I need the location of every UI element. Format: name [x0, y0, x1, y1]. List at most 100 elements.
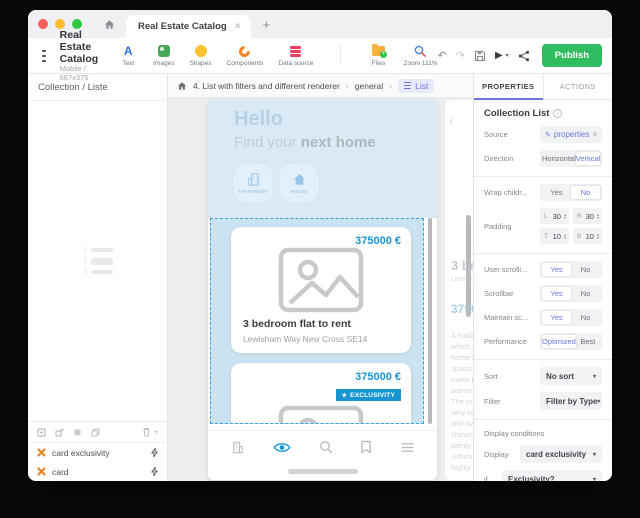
performance-optimized[interactable]: Optimized	[542, 335, 576, 348]
tool-shapes[interactable]: Shapes	[189, 45, 211, 67]
detach-component-icon[interactable]	[55, 428, 64, 437]
price-label: 375000 €	[355, 371, 401, 383]
source-value: properties	[554, 130, 590, 139]
display-conditions-heading: Display conditions	[484, 429, 602, 438]
add-component-icon[interactable]	[37, 428, 46, 437]
clear-source-icon[interactable]: ×	[592, 130, 597, 139]
tool-components[interactable]: Components	[227, 45, 264, 67]
direction-row: Direction Horizontal Vertical	[484, 150, 602, 167]
publish-button[interactable]: Publish	[542, 44, 602, 67]
panel-heading: Collection List i	[484, 108, 602, 119]
new-tab-button[interactable]: +	[263, 10, 271, 38]
direction-horizontal[interactable]: Horizontal	[542, 152, 576, 165]
layer-tree-empty-state: 1 2 3	[28, 101, 167, 421]
padding-bottom-stepper[interactable]: B 10 ▴▾	[573, 228, 602, 244]
wrap-no[interactable]: No	[571, 186, 600, 199]
home-tab[interactable]	[96, 10, 122, 38]
divider	[474, 359, 612, 360]
detail-description: A hidde which t home's spaciou make t wa…	[451, 330, 473, 473]
back-chevron-icon[interactable]: ‹	[449, 112, 454, 128]
filter-dropdown[interactable]: Filter by Type ▾	[540, 392, 602, 410]
lightning-icon[interactable]	[151, 448, 158, 457]
chevron-down-icon: ▾	[593, 451, 596, 458]
toolbar-actions: ↶ ↷ ▶ ▾ Publish	[438, 44, 602, 67]
breadcrumb-page[interactable]: 4. List with filters and different rende…	[193, 81, 340, 91]
component-item-card[interactable]: card	[28, 462, 167, 481]
filter-row: Filter Filter by Type ▾	[484, 392, 602, 410]
house-button[interactable]: HOUSE	[280, 164, 318, 202]
canvas-scrollbar[interactable]	[466, 215, 471, 317]
padding-left-stepper[interactable]: L 30 ▴▾	[540, 208, 569, 224]
phone-scrollbar[interactable]	[428, 218, 432, 424]
menu-tab-icon[interactable]	[400, 442, 415, 453]
menu-icon[interactable]	[42, 50, 46, 62]
tool-zoom[interactable]: Zoom 111%	[403, 45, 437, 67]
scrollbar-no[interactable]: No	[571, 287, 600, 300]
image-placeholder-icon	[278, 247, 364, 313]
stepper-down-icon: ▾	[597, 216, 599, 220]
trash-icon[interactable]	[142, 427, 151, 437]
component-item-card-exclusivity[interactable]: card exclusivity	[28, 443, 167, 462]
maintain-yes[interactable]: Yes	[542, 311, 571, 324]
group-icon[interactable]	[73, 428, 82, 437]
copy-icon[interactable]	[91, 428, 100, 437]
sort-dropdown[interactable]: No sort ▾	[540, 367, 602, 385]
listing-card[interactable]: 375000 € 3 bedroom flat to rent Lewisham…	[231, 227, 411, 353]
component-icon	[37, 467, 46, 476]
tool-data-source[interactable]: Data source	[278, 45, 313, 67]
maximize-window-button[interactable]	[72, 19, 82, 29]
scrollbar-yes[interactable]: Yes	[542, 287, 571, 300]
home-icon[interactable]	[177, 81, 187, 91]
maintain-no[interactable]: No	[571, 311, 600, 324]
padding-right-stepper[interactable]: R 30 ▴▾	[573, 208, 602, 224]
direction-segmented: Horizontal Vertical	[540, 150, 602, 167]
breadcrumb-current-chip[interactable]: List	[398, 79, 434, 93]
stepper-down-icon: ▾	[564, 236, 566, 240]
bookmark-tab-icon[interactable]	[360, 440, 372, 454]
share-icon[interactable]	[518, 50, 530, 62]
listing-card[interactable]: 375000 € ★ EXCLUSIVITY	[231, 363, 411, 424]
display-dropdown[interactable]: card exclusivity ▾	[520, 445, 602, 463]
user-scrolling-yes[interactable]: Yes	[542, 263, 571, 276]
scrollbar-segmented: Yes No	[540, 285, 602, 302]
chevron-down-icon: ▾	[597, 398, 600, 405]
save-icon[interactable]	[474, 50, 486, 62]
browser-tab-active[interactable]: Real Estate Catalog ×	[126, 15, 251, 38]
exclusivity-badge: ★ EXCLUSIVITY	[336, 389, 401, 401]
collection-list-selection[interactable]: 375000 € 3 bedroom flat to rent Lewisham…	[210, 218, 424, 424]
tool-images[interactable]: Images	[153, 45, 174, 67]
list-icon	[404, 82, 411, 89]
info-icon[interactable]: i	[553, 109, 562, 118]
play-icon: ▶	[495, 50, 503, 61]
canvas[interactable]: 4. List with filters and different rende…	[168, 74, 473, 481]
preview-button[interactable]: ▶ ▾	[495, 50, 509, 61]
close-window-button[interactable]	[38, 19, 48, 29]
redo-icon[interactable]: ↷	[456, 49, 465, 62]
undo-icon[interactable]: ↶	[438, 49, 447, 62]
chevron-down-icon[interactable]: ▾	[155, 429, 158, 436]
if-dropdown[interactable]: Exclusivity? ▾	[502, 470, 602, 481]
lightning-icon[interactable]	[151, 467, 158, 476]
minimize-window-button[interactable]	[55, 19, 65, 29]
buildings-tab-icon[interactable]	[230, 440, 245, 455]
phone-artboard[interactable]: Hello Find your next home APARTMENT HOUS…	[208, 100, 437, 480]
eye-tab-icon[interactable]	[273, 441, 291, 454]
direction-vertical[interactable]: Vertical	[576, 152, 601, 165]
search-tab-icon[interactable]	[319, 440, 333, 454]
close-tab-icon[interactable]: ×	[235, 21, 241, 32]
breadcrumb-group[interactable]: general	[355, 81, 383, 91]
padding-top-stepper[interactable]: T 10 ▴▾	[540, 228, 569, 244]
tool-files[interactable]: Files	[368, 45, 388, 67]
tab-properties[interactable]: PROPERTIES	[474, 74, 544, 99]
tool-text[interactable]: A Text	[118, 45, 138, 67]
wrap-yes[interactable]: Yes	[542, 186, 571, 199]
tab-actions[interactable]: ACTIONS	[544, 74, 613, 99]
user-scrolling-no[interactable]: No	[571, 263, 600, 276]
component-item-label: card	[52, 467, 145, 477]
chevron-down-icon[interactable]: ▾	[506, 52, 509, 59]
app-window: Real Estate Catalog × + Real Estate Cata…	[28, 10, 612, 481]
performance-best[interactable]: Best	[576, 335, 600, 348]
apartment-button[interactable]: APARTMENT	[234, 164, 272, 202]
source-chip[interactable]: ✎ properties ×	[540, 126, 602, 143]
list-placeholder-icon: 1 2 3	[82, 247, 113, 276]
